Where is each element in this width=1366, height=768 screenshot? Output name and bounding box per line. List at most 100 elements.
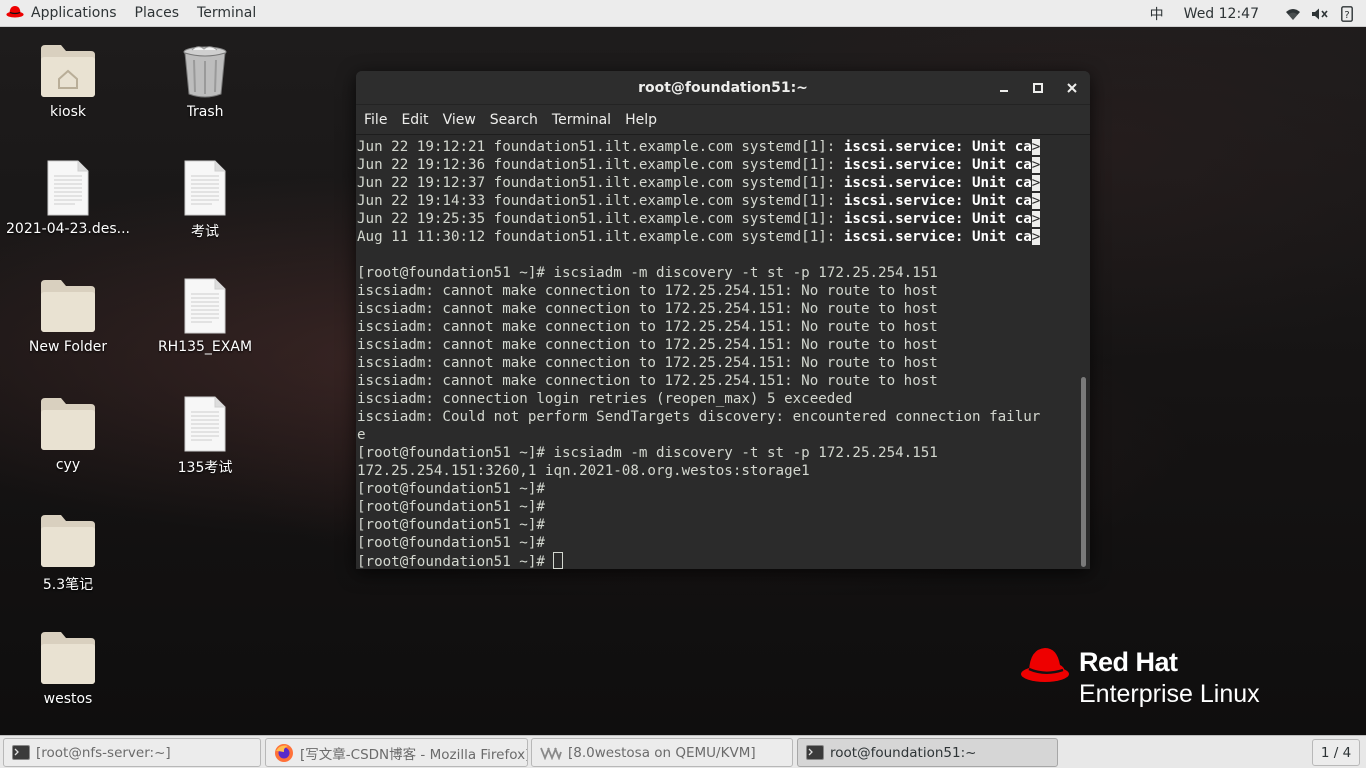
task-firefox[interactable]: [写文章-CSDN博客 - Mozilla Firefox]	[265, 738, 528, 767]
task-label: root@foundation51:~	[830, 744, 977, 761]
maximize-button[interactable]	[1027, 77, 1049, 99]
window-title: root@foundation51:~	[638, 79, 808, 96]
firefox-icon	[274, 743, 294, 763]
output-line: iscsiadm: connection login retries (reop…	[357, 391, 853, 407]
terminal-app-menu[interactable]: Terminal	[188, 0, 265, 27]
task-nfs-server-terminal[interactable]: [root@nfs-server:~]	[3, 738, 261, 767]
redhat-logo: Red Hat Enterprise Linux	[1019, 644, 1289, 714]
document-icon	[175, 275, 235, 337]
volume-muted-icon[interactable]	[1306, 0, 1333, 27]
output-line: [root@foundation51 ~]#	[357, 499, 545, 515]
input-method-indicator[interactable]: 中	[1138, 0, 1176, 27]
output-line: [root@foundation51 ~]#	[357, 517, 545, 533]
desktop-icon-label: 考试	[191, 224, 219, 240]
menu-terminal[interactable]: Terminal	[545, 105, 618, 135]
output-line: [root@foundation51 ~]# iscsiadm -m disco…	[357, 265, 938, 281]
desktop-icon-label: 5.3笔记	[42, 577, 94, 593]
output-line: iscsiadm: cannot make connection to 172.…	[357, 355, 938, 371]
output-line: [root@foundation51 ~]# iscsiadm -m disco…	[357, 445, 938, 461]
output-line: e	[357, 427, 366, 443]
menu-file[interactable]: File	[357, 105, 394, 135]
terminal-menubar: File Edit View Search Terminal Help	[356, 105, 1090, 135]
minimize-icon	[1000, 90, 1008, 92]
desktop-icon-document-kaoshi[interactable]: 考试	[140, 157, 270, 257]
maximize-icon	[1033, 83, 1043, 93]
desktop-icon-document-2021[interactable]: 2021-04-23.des...	[3, 157, 133, 257]
log-line: Jun 22 19:12:21 foundation51.ilt.example…	[357, 139, 1041, 155]
task-foundation-terminal[interactable]: root@foundation51:~	[797, 738, 1058, 767]
output-line: iscsiadm: cannot make connection to 172.…	[357, 373, 938, 389]
close-icon	[1067, 83, 1077, 93]
menu-help[interactable]: Help	[618, 105, 664, 135]
folder-icon	[38, 510, 98, 572]
desktop-icon-label: 2021-04-23.des...	[6, 221, 130, 237]
desktop-icon-label: westos	[43, 691, 93, 707]
document-icon	[175, 393, 235, 455]
text-cursor	[553, 552, 564, 569]
terminal-window[interactable]: root@foundation51:~ File Edit View Searc…	[356, 71, 1090, 569]
places-menu[interactable]: Places	[126, 0, 189, 27]
minimize-button[interactable]	[993, 77, 1015, 99]
task-label: [写文章-CSDN博客 - Mozilla Firefox]	[300, 746, 528, 763]
log-line: Jun 22 19:12:36 foundation51.ilt.example…	[357, 157, 1041, 173]
desktop-icon-cyy[interactable]: cyy	[3, 393, 133, 493]
prompt-line[interactable]: [root@foundation51 ~]#	[357, 552, 1090, 569]
taskbar: [root@nfs-server:~] [写文章-CSDN博客 - Mozill…	[0, 735, 1366, 768]
folder-icon	[38, 275, 98, 337]
desktop-icon-trash[interactable]: Trash	[140, 40, 270, 140]
output-line: iscsiadm: cannot make connection to 172.…	[357, 337, 938, 353]
task-virt-manager[interactable]: [8.0westosa on QEMU/KVM]	[531, 738, 793, 767]
desktop-icon-new-folder[interactable]: New Folder	[3, 275, 133, 375]
desktop-icon-westos[interactable]: westos	[3, 627, 133, 727]
output-line: iscsiadm: cannot make connection to 172.…	[357, 301, 938, 317]
virt-manager-icon	[540, 746, 562, 760]
desktop-icon-label: New Folder	[28, 339, 108, 355]
menu-edit[interactable]: Edit	[394, 105, 435, 135]
output-line: [root@foundation51 ~]#	[357, 535, 545, 551]
terminal-output[interactable]: Jun 22 19:12:21 foundation51.ilt.example…	[356, 135, 1090, 569]
svg-text:?: ?	[1344, 10, 1349, 21]
system-menu-icon[interactable]: ?	[1333, 0, 1360, 27]
output-line: 172.25.254.151:3260,1 iqn.2021-08.org.we…	[357, 463, 810, 479]
folder-icon	[38, 393, 98, 455]
terminal-titlebar[interactable]: root@foundation51:~	[356, 71, 1090, 105]
desktop-icon-label: 135考试	[177, 460, 233, 476]
workspace-switcher[interactable]: 1 / 4	[1312, 739, 1360, 766]
redhat-fedora-icon	[6, 4, 31, 22]
log-line: Jun 22 19:12:37 foundation51.ilt.example…	[357, 175, 1041, 191]
top-bar: Applications Places Terminal 中 Wed 12:47…	[0, 0, 1366, 27]
terminal-scrollbar[interactable]	[1081, 377, 1086, 567]
document-icon	[38, 157, 98, 219]
redhat-product-name: Enterprise Linux	[1079, 680, 1260, 708]
prompt-text: [root@foundation51 ~]#	[357, 554, 554, 569]
output-line: iscsiadm: cannot make connection to 172.…	[357, 283, 938, 299]
document-icon	[175, 157, 235, 219]
menu-search[interactable]: Search	[483, 105, 545, 135]
applications-menu[interactable]: Applications	[0, 0, 126, 27]
task-label: [8.0westosa on QEMU/KVM]	[568, 744, 756, 761]
output-line: iscsiadm: cannot make connection to 172.…	[357, 319, 938, 335]
log-line: Jun 22 19:14:33 foundation51.ilt.example…	[357, 193, 1041, 209]
desktop-icon-135-kaoshi[interactable]: 135考试	[140, 393, 270, 493]
task-label: [root@nfs-server:~]	[36, 744, 171, 761]
applications-label: Applications	[31, 5, 117, 21]
output-line: iscsiadm: Could not perform SendTargets …	[357, 409, 1041, 425]
desktop-icon-label: cyy	[55, 457, 81, 473]
desktop-icon-label: RH135_EXAM	[157, 339, 253, 355]
log-line: Aug 11 11:30:12 foundation51.ilt.example…	[357, 229, 1041, 245]
desktop-icon-rh135-exam[interactable]: RH135_EXAM	[140, 275, 270, 375]
menu-view[interactable]: View	[436, 105, 483, 135]
redhat-hat-icon	[1021, 648, 1069, 682]
redhat-wordmark: Red Hat	[1079, 647, 1178, 677]
folder-icon	[38, 627, 98, 689]
close-button[interactable]	[1061, 77, 1083, 99]
desktop-icon-label: kiosk	[50, 104, 86, 120]
desktop-icon-label: Trash	[186, 104, 224, 120]
terminal-icon	[12, 745, 30, 760]
trash-icon	[175, 40, 235, 102]
clock[interactable]: Wed 12:47	[1176, 0, 1279, 27]
desktop-icon-kiosk[interactable]: kiosk	[3, 40, 133, 140]
network-icon[interactable]	[1279, 0, 1306, 27]
desktop-icon-5-3-notes[interactable]: 5.3笔记	[3, 510, 133, 610]
